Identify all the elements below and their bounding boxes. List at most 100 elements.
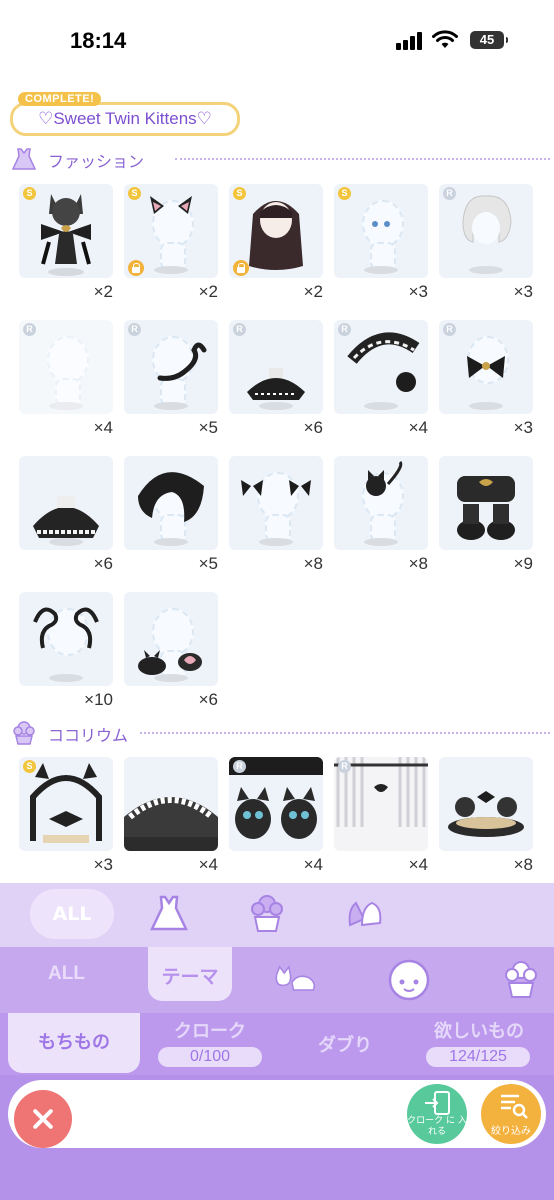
put-in-cloak-button[interactable]: クローク に 入れる — [407, 1084, 467, 1144]
dress-icon[interactable] — [146, 891, 192, 937]
status-time: 18:14 — [70, 28, 127, 53]
rarity-badge: R — [233, 760, 246, 773]
wishlist-count: 124/125 — [426, 1047, 530, 1067]
item-card[interactable]: ×8 — [439, 757, 533, 882]
item-thumbnail — [229, 456, 323, 550]
cat-character-icon[interactable] — [272, 957, 318, 1003]
item-card[interactable]: ×5 — [124, 456, 218, 581]
tab-theme[interactable]: テーマ — [148, 947, 232, 1001]
item-card[interactable]: R ×4 — [334, 320, 428, 445]
complete-badge: COMPLETE! — [18, 92, 102, 106]
item-count: ×3 — [93, 855, 113, 874]
item-card[interactable]: S ×2 — [229, 184, 323, 309]
fashion-label: ファッション — [48, 152, 145, 171]
item-thumbnail — [124, 592, 218, 686]
lock-icon — [128, 260, 144, 276]
item-card[interactable]: ×6 — [124, 592, 218, 717]
rarity-badge: R — [338, 323, 351, 336]
item-card[interactable]: R ×4 — [334, 757, 428, 882]
item-count: ×2 — [198, 282, 218, 301]
close-button[interactable] — [14, 1090, 72, 1148]
item-count: ×4 — [408, 855, 428, 874]
item-count: ×8 — [513, 855, 533, 874]
item-count: ×3 — [513, 282, 533, 301]
rarity-badge: R — [443, 187, 456, 200]
item-count: ×6 — [198, 690, 218, 709]
theme-title: ♡Sweet Twin Kittens♡ — [10, 102, 240, 136]
item-card[interactable]: ×9 — [439, 456, 533, 581]
rarity-badge: S — [23, 187, 36, 200]
rarity-badge: R — [128, 323, 141, 336]
tab-cloak[interactable]: クローク — [160, 1017, 260, 1043]
item-count: ×5 — [198, 554, 218, 573]
item-card[interactable]: ×10 — [19, 592, 113, 717]
item-card[interactable]: S ×3 — [19, 757, 113, 882]
rarity-badge: S — [128, 187, 141, 200]
inventory-tabs: もちもの クローク 0/100 ダブり 欲しいもの 124/125 — [0, 1013, 554, 1075]
item-count: ×4 — [408, 418, 428, 437]
status-bar: 18:14 45 — [0, 0, 554, 80]
sub-tabs: ALL テーマ — [0, 947, 554, 1013]
battery-indicator: 45 — [470, 31, 508, 49]
signal-icon — [396, 32, 426, 50]
kokorium-section-header: ココリウム — [10, 720, 550, 746]
item-count: ×10 — [84, 690, 113, 709]
kokorium-label: ココリウム — [48, 726, 129, 745]
item-card[interactable]: S ×3 — [334, 184, 428, 309]
item-count: ×4 — [93, 418, 113, 437]
item-card[interactable]: R ×6 — [229, 320, 323, 445]
rarity-badge: R — [23, 323, 36, 336]
item-count: ×6 — [303, 418, 323, 437]
rarity-badge: R — [338, 760, 351, 773]
item-card[interactable]: ×4 — [124, 757, 218, 882]
item-count: ×4 — [198, 855, 218, 874]
lock-icon — [233, 260, 249, 276]
item-count: ×8 — [408, 554, 428, 573]
potted-flower-icon[interactable] — [498, 957, 544, 1003]
face-icon[interactable] — [386, 957, 432, 1003]
tab-wishlist[interactable]: 欲しいもの — [420, 1017, 538, 1043]
tab-category-all[interactable]: ALL — [30, 889, 114, 939]
rarity-badge: S — [338, 187, 351, 200]
item-card[interactable]: R ×4 — [229, 757, 323, 882]
divider — [175, 158, 550, 160]
item-thumbnail — [19, 592, 113, 686]
item-card[interactable]: R ×5 — [124, 320, 218, 445]
item-card[interactable]: ×8 — [334, 456, 428, 581]
item-card[interactable]: S ×2 — [19, 184, 113, 309]
potted-flower-icon — [13, 721, 35, 745]
item-card[interactable]: S ×2 — [124, 184, 218, 309]
item-count: ×5 — [198, 418, 218, 437]
item-count: ×4 — [303, 855, 323, 874]
filter-search-icon — [501, 1094, 528, 1119]
category-tabs: ALL — [0, 883, 554, 947]
rarity-badge: R — [443, 323, 456, 336]
wifi-icon — [432, 30, 458, 48]
item-count: ×8 — [303, 554, 323, 573]
item-thumbnail — [19, 456, 113, 550]
divider — [140, 732, 550, 734]
dress-icon — [11, 148, 37, 170]
cloak-count: 0/100 — [158, 1047, 262, 1067]
item-count: ×3 — [513, 418, 533, 437]
item-card[interactable]: R ×3 — [439, 184, 533, 309]
fashion-section-header: ファッション — [10, 146, 550, 172]
item-count: ×6 — [93, 554, 113, 573]
item-card[interactable]: R ×4 — [19, 320, 113, 445]
potted-flower-icon[interactable] — [244, 891, 290, 937]
rarity-badge: R — [233, 323, 246, 336]
item-thumbnail — [439, 757, 533, 851]
waving-hands-icon[interactable] — [342, 891, 388, 937]
tab-mochimono[interactable]: もちもの — [8, 1013, 140, 1073]
tab-duplicate[interactable]: ダブり — [300, 1031, 390, 1057]
rarity-badge: S — [233, 187, 246, 200]
filter-button[interactable]: 絞り込み — [481, 1084, 541, 1144]
item-card[interactable]: ×8 — [229, 456, 323, 581]
tab-sub-all[interactable]: ALL — [48, 963, 85, 985]
item-count: ×2 — [303, 282, 323, 301]
item-card[interactable]: ×6 — [19, 456, 113, 581]
item-count: ×9 — [513, 554, 533, 573]
item-thumbnail — [124, 757, 218, 851]
item-count: ×3 — [408, 282, 428, 301]
item-card[interactable]: R ×3 — [439, 320, 533, 445]
